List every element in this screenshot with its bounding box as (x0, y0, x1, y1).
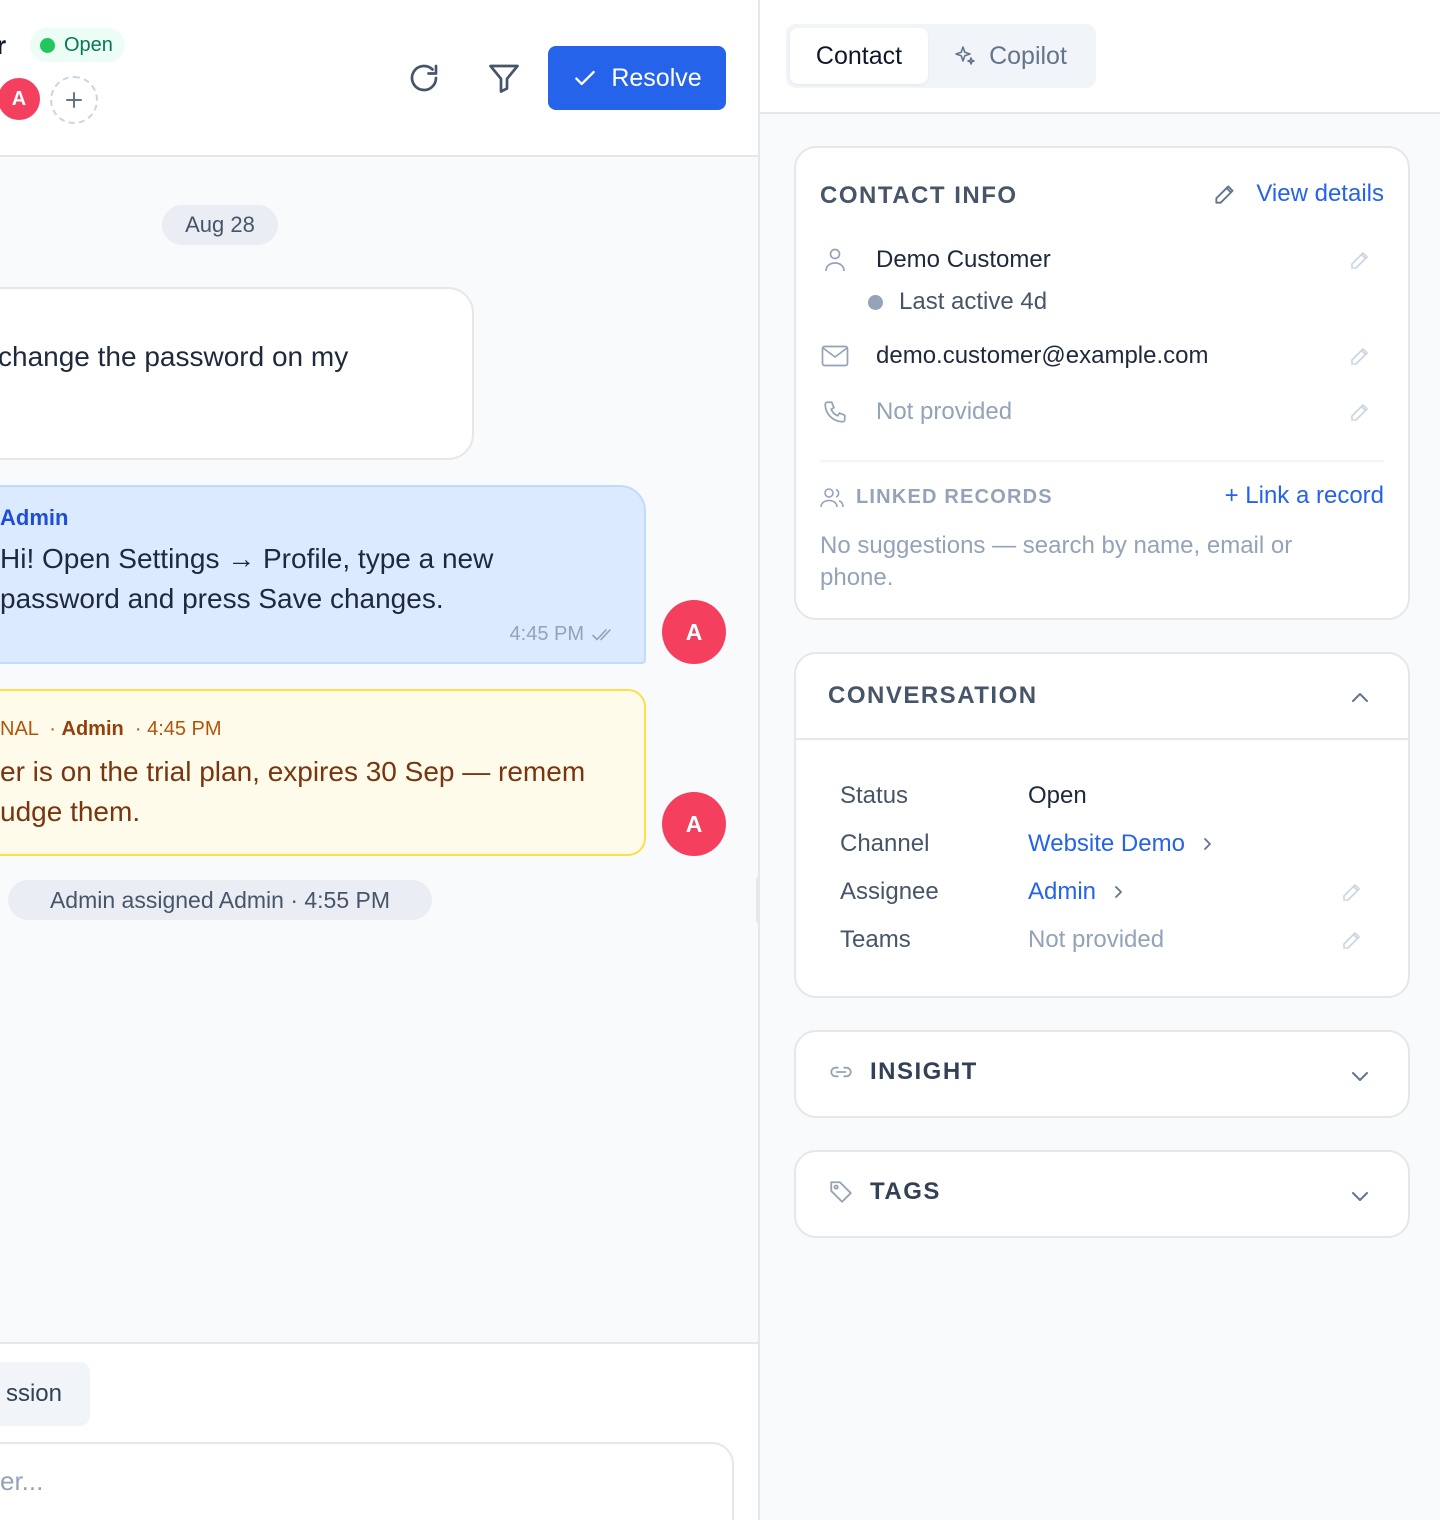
phone-icon (824, 401, 846, 423)
message-author: Admin (0, 505, 69, 530)
status-key: Status (840, 782, 909, 809)
assignee-avatar[interactable]: A (0, 76, 42, 122)
reply-placeholder: er... (0, 1466, 44, 1496)
insight-title: INSIGHT (870, 1058, 978, 1085)
sidebar-tabs: Contact Copilot (786, 24, 1096, 88)
link-record-button[interactable]: + Link a record (1225, 482, 1384, 510)
resolve-label: Resolve (611, 63, 702, 92)
mail-icon (821, 345, 849, 367)
agent-avatar: A (662, 792, 726, 856)
contact-email: demo.customer@example.com (876, 342, 1209, 369)
refresh-button[interactable] (398, 52, 450, 104)
contact-info-card: CONTACT INFO View details Demo Customer … (794, 146, 1410, 620)
user-icon (825, 248, 845, 272)
assignee-link[interactable]: Admin (1028, 878, 1126, 906)
presence-dot (868, 294, 883, 310)
edit-assignee-icon[interactable] (1340, 880, 1364, 904)
outgoing-message: Admin Hi! Open Settings → Profile, type … (0, 485, 646, 664)
tags-card[interactable]: TAGS (794, 1150, 1410, 1238)
outgoing-message-text: Hi! Open Settings → Profile, type a new … (0, 543, 494, 614)
conversation-pane: r Open A Resolve Aug 28 change the passw… (0, 0, 758, 1520)
status-value: Open (1028, 782, 1087, 809)
tags-accordion-header: TAGS (828, 1178, 941, 1206)
conversation-title: CONVERSATION (828, 682, 1038, 709)
assignee-key: Assignee (840, 878, 939, 905)
contact-full-name: Demo Customer (876, 246, 1051, 273)
private-note: NAL · Admin · 4:45 PM er is on the trial… (0, 689, 646, 856)
agent-avatar: A (662, 600, 726, 664)
insight-card[interactable]: INSIGHT (794, 1030, 1410, 1118)
linked-records-empty: No suggestions — search by name, email o… (820, 532, 1293, 591)
double-check-icon (592, 628, 611, 640)
add-participant-button[interactable] (50, 76, 98, 124)
tab-contact[interactable]: Contact (790, 28, 928, 84)
reply-input[interactable]: er... (0, 1442, 734, 1520)
pencil-icon (1215, 185, 1234, 204)
chevron-right-icon (1204, 838, 1211, 850)
channel-key: Channel (840, 830, 930, 857)
chevron-right-icon (1115, 886, 1122, 898)
contact-phone-row: Not provided (820, 392, 1012, 432)
sidebar-tabs-bar: Contact Copilot (760, 0, 1440, 114)
edit-name-icon[interactable] (1348, 248, 1372, 272)
refresh-icon (410, 64, 438, 92)
insight-accordion-header: INSIGHT (828, 1058, 978, 1086)
chevron-down-icon (1352, 1192, 1368, 1201)
teams-value: Not provided (1028, 926, 1165, 953)
contact-name: r (0, 30, 7, 60)
tags-title: TAGS (870, 1178, 941, 1205)
message-time: 4:45 PM (509, 623, 584, 645)
incoming-message: change the password on my (0, 287, 474, 460)
chevron-up-icon (1352, 693, 1368, 702)
resolve-button[interactable]: Resolve (548, 46, 726, 110)
incoming-message-text: change the password on my (0, 341, 349, 372)
chevron-down-icon (1352, 1072, 1368, 1081)
filter-icon (489, 64, 519, 93)
view-details-link[interactable]: View details (1212, 180, 1384, 208)
message-meta: 4:45 PM (510, 623, 616, 646)
sparkles-icon (955, 46, 975, 65)
linked-records-header: LINKED RECORDS (820, 486, 1053, 509)
contact-info-title: CONTACT INFO (820, 182, 1018, 209)
edit-phone-icon[interactable] (1348, 400, 1372, 424)
users-icon (820, 487, 844, 507)
contact-sidebar: Contact Copilot CONTACT INFO View detail… (758, 0, 1440, 1520)
composer-tab-discussion[interactable]: ssion (0, 1362, 90, 1426)
tag-icon (830, 1181, 852, 1203)
plus-icon (66, 92, 82, 108)
contact-email-row: demo.customer@example.com (820, 336, 1208, 376)
contact-name-row: Demo Customer (820, 240, 1051, 280)
private-note-text: er is on the trial plan, expires 30 Sep … (0, 756, 586, 827)
activity-message: Admin assigned Admin · 4:55 PM (8, 880, 432, 920)
conversation-header: r Open A Resolve (0, 0, 758, 157)
channel-link[interactable]: Website Demo (1028, 830, 1215, 858)
last-active: Last active 4d (868, 288, 1047, 316)
note-meta: NAL · Admin · 4:45 PM (0, 718, 222, 740)
reply-composer: ssion er... (0, 1342, 758, 1520)
linked-records-title: LINKED RECORDS (856, 486, 1053, 508)
edit-email-icon[interactable] (1348, 344, 1372, 368)
date-separator: Aug 28 (162, 205, 278, 245)
tab-copilot[interactable]: Copilot (928, 28, 1092, 84)
conversation-card: CONVERSATION Status Open Channel Website… (794, 652, 1410, 998)
link-icon (830, 1066, 852, 1078)
check-icon (575, 70, 596, 86)
status-badge: Open (30, 28, 125, 62)
divider (820, 460, 1384, 462)
teams-key: Teams (840, 926, 911, 953)
status-dot (40, 37, 55, 53)
edit-teams-icon[interactable] (1340, 928, 1364, 952)
contact-phone: Not provided (876, 398, 1013, 425)
conversation-accordion-header[interactable]: CONVERSATION (796, 654, 1408, 740)
status-label: Open (64, 33, 113, 56)
filter-button[interactable] (478, 52, 530, 104)
